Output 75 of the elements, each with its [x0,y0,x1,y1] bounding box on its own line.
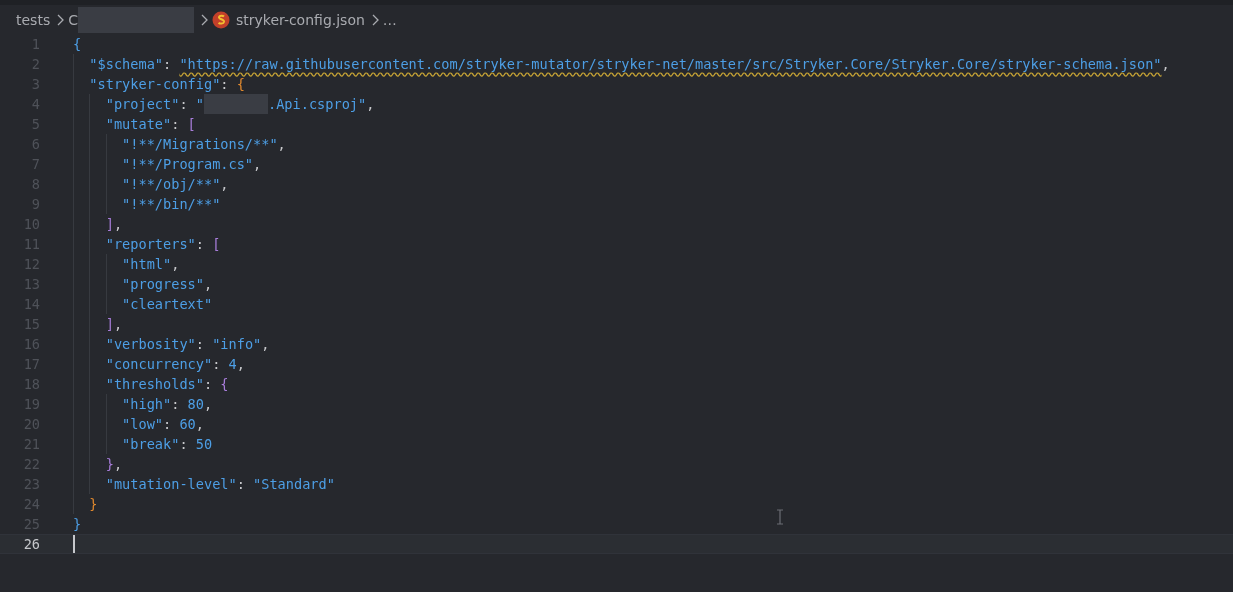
json-key: "low" [73,416,164,432]
json-number: 50 [195,436,213,452]
json-number: 4 [228,356,237,372]
punctuation: , [236,356,245,372]
punctuation: , [203,276,213,292]
json-key: "reporters" [73,236,196,252]
text-cursor [73,535,75,553]
json-string: "info" [212,336,262,352]
punctuation: , [113,316,123,332]
punctuation: , [195,416,204,432]
breadcrumb-item[interactable]: stryker-config.json [235,11,365,28]
json-key: "thresholds" [73,376,204,392]
json-number: 80 [187,396,204,412]
punctuation: : [195,336,205,352]
schema-link[interactable]: "https://raw.githubusercontent.com/stryker-mutator/stryker-net/master/src/Stryker.Core/Stryker.Core/stryker-schema.json" [179,56,1162,72]
json-key: "project" [73,96,180,112]
punctuation: , [261,336,270,352]
bracket: { [236,76,245,92]
punctuation: : [179,436,189,452]
json-key: "break" [73,436,180,452]
bracket: } [104,456,114,472]
punctuation: : [203,376,214,392]
json-key: "mutation-level" [73,476,237,492]
punctuation: : [195,236,205,252]
punctuation: : [236,476,246,492]
json-key: "stryker-config" [73,76,221,92]
breadcrumb-item[interactable]: C [68,11,78,28]
bracket: } [88,496,98,512]
json-string: " [195,96,204,112]
stryker-logo-icon [211,10,230,29]
punctuation: : [171,396,181,412]
json-string: "!**/bin/**" [121,196,221,212]
punctuation: , [113,456,123,472]
bracket: { [220,376,229,392]
json-string: "Standard" [253,476,335,492]
json-key: "concurrency" [73,356,213,372]
punctuation: , [253,156,262,172]
punctuation: : [171,116,181,132]
punctuation: , [277,136,286,152]
punctuation: : [163,416,173,432]
json-string: "html" [121,256,172,272]
bracket: [ [212,236,221,252]
json-key: "$schema" [73,56,164,72]
json-key: "high" [73,396,172,412]
punctuation: , [220,176,229,192]
chevron-icon [199,13,209,26]
json-string: "!**/Program.cs" [121,156,254,172]
bracket: ] [104,316,114,332]
punctuation: , [171,256,180,272]
punctuation: , [1161,56,1170,72]
bracket: } [73,516,82,532]
punctuation: : [220,76,230,92]
breadcrumb-more[interactable]: … [382,11,397,28]
bracket: [ [187,116,196,132]
punctuation: , [203,396,213,412]
punctuation: : [212,356,222,372]
breadcrumb-item[interactable]: tests [16,11,51,28]
json-key: "mutate" [73,116,172,132]
json-string: "!**/Migrations/**" [121,136,278,152]
json-string: "!**/obj/**" [121,176,221,192]
chevron-icon [56,13,66,26]
punctuation: : [163,56,173,72]
text-select-cursor-icon [775,509,785,525]
chevron-icon [370,13,380,26]
json-string: "progress" [121,276,204,292]
punctuation: , [366,96,375,112]
json-string: "cleartext" [121,296,213,312]
json-number: 60 [179,416,196,432]
bracket: { [73,36,82,52]
punctuation: : [179,96,189,112]
json-string: .Api.csproj" [267,96,367,112]
line-number: 26 [22,536,40,552]
punctuation: , [113,216,123,232]
json-key: "verbosity" [73,336,196,352]
bracket: ] [104,216,114,232]
